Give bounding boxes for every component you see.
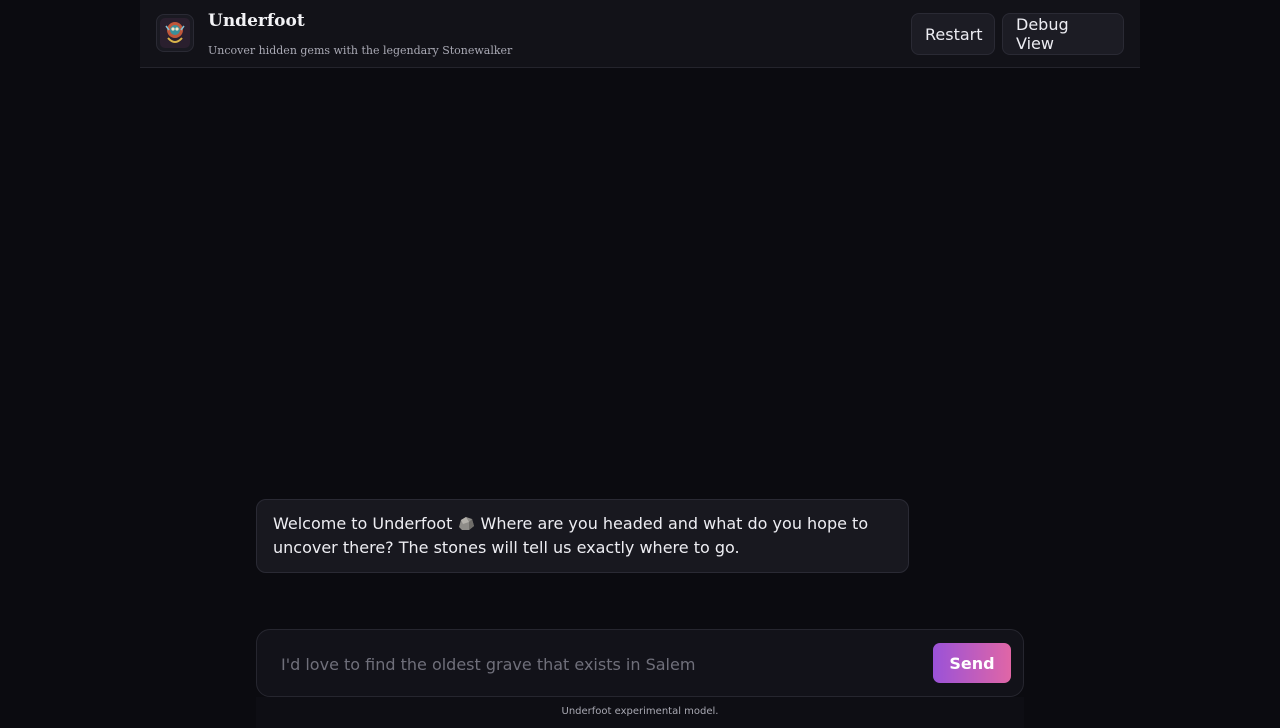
- app-title: Underfoot: [208, 11, 305, 31]
- footer-note: Underfoot experimental model.: [561, 706, 719, 717]
- stonewalker-logo-icon: [156, 14, 194, 52]
- restart-button[interactable]: Restart: [911, 13, 995, 55]
- message-input[interactable]: [279, 644, 923, 684]
- rock-icon: [457, 514, 475, 530]
- app-subtitle: Uncover hidden gems with the legendary S…: [208, 44, 513, 57]
- message-composer: Send: [256, 629, 1024, 697]
- assistant-message: Welcome to Underfoot Where are you heade…: [256, 499, 909, 573]
- debug-view-button[interactable]: Debug View: [1002, 13, 1124, 55]
- send-button[interactable]: Send: [933, 643, 1011, 683]
- app-header: Underfoot Uncover hidden gems with the l…: [140, 0, 1140, 68]
- message-text-start: Welcome to Underfoot: [273, 514, 458, 533]
